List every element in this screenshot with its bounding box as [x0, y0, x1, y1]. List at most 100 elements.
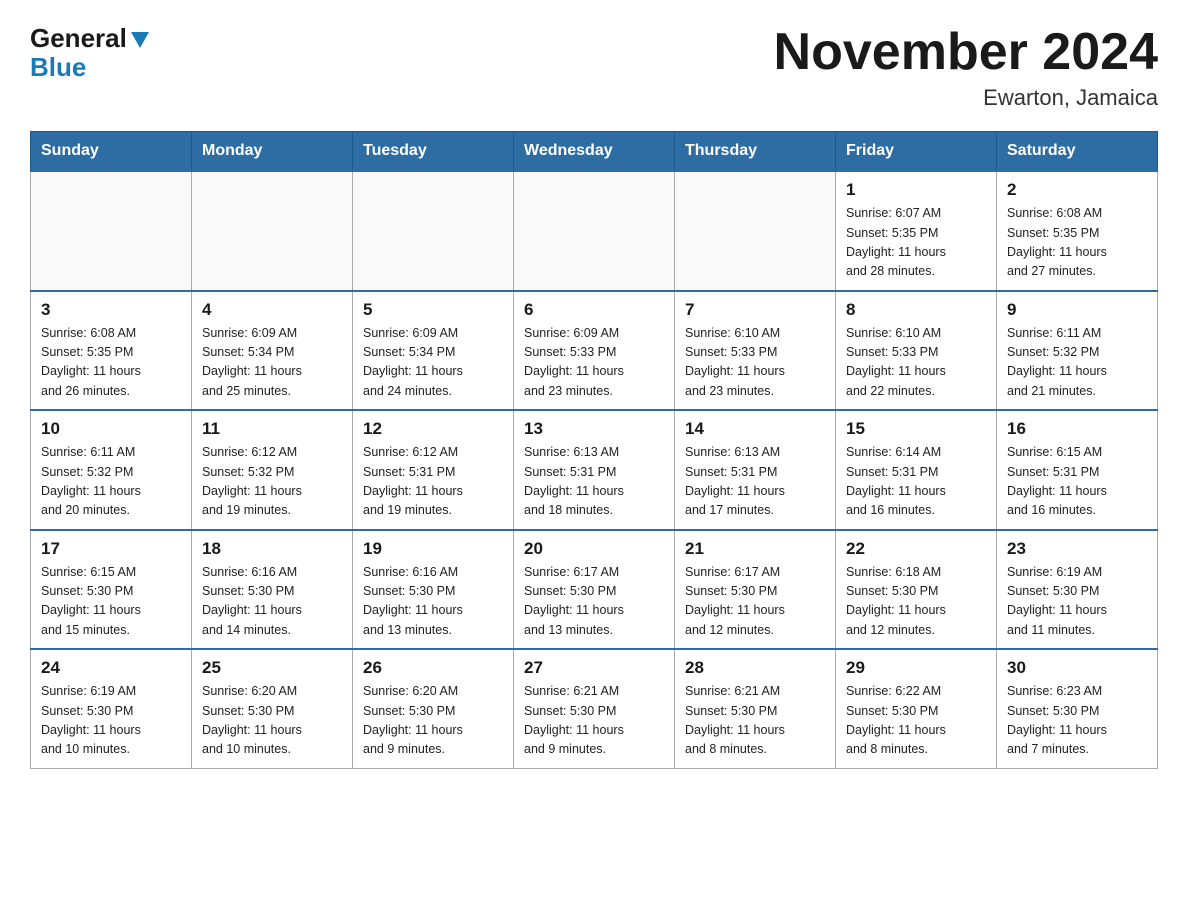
calendar-day-cell: 3 Sunrise: 6:08 AM Sunset: 5:35 PM Daylig… [31, 291, 192, 411]
day-info: Sunrise: 6:15 AM Sunset: 5:31 PM Dayligh… [1007, 443, 1147, 521]
logo-blue-text: Blue [30, 53, 86, 82]
page-title: November 2024 [774, 24, 1158, 81]
day-info: Sunrise: 6:21 AM Sunset: 5:30 PM Dayligh… [685, 682, 825, 760]
day-info: Sunrise: 6:08 AM Sunset: 5:35 PM Dayligh… [1007, 204, 1147, 282]
calendar-day-cell: 20 Sunrise: 6:17 AM Sunset: 5:30 PM Dayli… [514, 530, 675, 650]
calendar-day-header: Sunday [31, 132, 192, 172]
calendar-day-cell: 29Sunrise: 6:22 AM Sunset: 5:30 PM Dayli… [836, 649, 997, 768]
calendar-day-cell: 7 Sunrise: 6:10 AM Sunset: 5:33 PM Daylig… [675, 291, 836, 411]
calendar-day-cell: 25 Sunrise: 6:20 AM Sunset: 5:30 PM Dayli… [192, 649, 353, 768]
calendar-day-cell: 9 Sunrise: 6:11 AM Sunset: 5:32 PM Daylig… [997, 291, 1158, 411]
calendar-day-cell: 16 Sunrise: 6:15 AM Sunset: 5:31 PM Dayli… [997, 410, 1158, 530]
day-number: 24 [41, 658, 181, 678]
calendar-day-cell: 1 Sunrise: 6:07 AM Sunset: 5:35 PM Daylig… [836, 171, 997, 291]
calendar-week-row: 24 Sunrise: 6:19 AM Sunset: 5:30 PM Dayli… [31, 649, 1158, 768]
calendar-header-row: SundayMondayTuesdayWednesdayThursdayFrid… [31, 132, 1158, 172]
day-number: 17 [41, 539, 181, 559]
calendar-day-cell: 21Sunrise: 6:17 AM Sunset: 5:30 PM Dayli… [675, 530, 836, 650]
calendar-day-cell: 14Sunrise: 6:13 AM Sunset: 5:31 PM Dayli… [675, 410, 836, 530]
calendar-day-cell: 6 Sunrise: 6:09 AM Sunset: 5:33 PM Daylig… [514, 291, 675, 411]
calendar-day-cell: 30 Sunrise: 6:23 AM Sunset: 5:30 PM Dayli… [997, 649, 1158, 768]
calendar-day-header: Tuesday [353, 132, 514, 172]
day-number: 6 [524, 300, 664, 320]
calendar-day-cell: 2 Sunrise: 6:08 AM Sunset: 5:35 PM Daylig… [997, 171, 1158, 291]
day-number: 30 [1007, 658, 1147, 678]
calendar-week-row: 17 Sunrise: 6:15 AM Sunset: 5:30 PM Dayli… [31, 530, 1158, 650]
day-info: Sunrise: 6:12 AM Sunset: 5:31 PM Dayligh… [363, 443, 503, 521]
calendar-week-row: 10Sunrise: 6:11 AM Sunset: 5:32 PM Dayli… [31, 410, 1158, 530]
day-number: 5 [363, 300, 503, 320]
day-number: 9 [1007, 300, 1147, 320]
page-subtitle: Ewarton, Jamaica [774, 85, 1158, 111]
day-number: 26 [363, 658, 503, 678]
day-info: Sunrise: 6:15 AM Sunset: 5:30 PM Dayligh… [41, 563, 181, 641]
logo-general-text: General [30, 24, 127, 53]
day-number: 10 [41, 419, 181, 439]
day-info: Sunrise: 6:09 AM Sunset: 5:33 PM Dayligh… [524, 324, 664, 402]
day-number: 15 [846, 419, 986, 439]
day-info: Sunrise: 6:16 AM Sunset: 5:30 PM Dayligh… [363, 563, 503, 641]
calendar-day-cell: 24 Sunrise: 6:19 AM Sunset: 5:30 PM Dayli… [31, 649, 192, 768]
day-info: Sunrise: 6:12 AM Sunset: 5:32 PM Dayligh… [202, 443, 342, 521]
day-info: Sunrise: 6:17 AM Sunset: 5:30 PM Dayligh… [524, 563, 664, 641]
calendar-day-cell: 18 Sunrise: 6:16 AM Sunset: 5:30 PM Dayli… [192, 530, 353, 650]
day-number: 27 [524, 658, 664, 678]
day-number: 2 [1007, 180, 1147, 200]
day-number: 14 [685, 419, 825, 439]
day-info: Sunrise: 6:23 AM Sunset: 5:30 PM Dayligh… [1007, 682, 1147, 760]
calendar-day-header: Monday [192, 132, 353, 172]
day-number: 1 [846, 180, 986, 200]
day-info: Sunrise: 6:22 AM Sunset: 5:30 PM Dayligh… [846, 682, 986, 760]
calendar-day-cell [31, 171, 192, 291]
day-number: 18 [202, 539, 342, 559]
day-info: Sunrise: 6:08 AM Sunset: 5:35 PM Dayligh… [41, 324, 181, 402]
calendar-day-cell: 19 Sunrise: 6:16 AM Sunset: 5:30 PM Dayli… [353, 530, 514, 650]
calendar-day-cell [514, 171, 675, 291]
day-number: 13 [524, 419, 664, 439]
calendar-day-cell [192, 171, 353, 291]
day-info: Sunrise: 6:09 AM Sunset: 5:34 PM Dayligh… [202, 324, 342, 402]
day-number: 28 [685, 658, 825, 678]
day-info: Sunrise: 6:20 AM Sunset: 5:30 PM Dayligh… [363, 682, 503, 760]
day-number: 11 [202, 419, 342, 439]
day-info: Sunrise: 6:18 AM Sunset: 5:30 PM Dayligh… [846, 563, 986, 641]
logo: General Blue [30, 24, 151, 81]
calendar-day-cell: 22Sunrise: 6:18 AM Sunset: 5:30 PM Dayli… [836, 530, 997, 650]
day-info: Sunrise: 6:14 AM Sunset: 5:31 PM Dayligh… [846, 443, 986, 521]
day-number: 4 [202, 300, 342, 320]
day-info: Sunrise: 6:09 AM Sunset: 5:34 PM Dayligh… [363, 324, 503, 402]
day-number: 21 [685, 539, 825, 559]
calendar-day-cell: 28 Sunrise: 6:21 AM Sunset: 5:30 PM Dayli… [675, 649, 836, 768]
day-number: 8 [846, 300, 986, 320]
day-number: 20 [524, 539, 664, 559]
calendar-day-cell: 26 Sunrise: 6:20 AM Sunset: 5:30 PM Dayli… [353, 649, 514, 768]
calendar-day-header: Wednesday [514, 132, 675, 172]
day-info: Sunrise: 6:10 AM Sunset: 5:33 PM Dayligh… [685, 324, 825, 402]
calendar-week-row: 3 Sunrise: 6:08 AM Sunset: 5:35 PM Daylig… [31, 291, 1158, 411]
calendar-day-cell: 27Sunrise: 6:21 AM Sunset: 5:30 PM Dayli… [514, 649, 675, 768]
day-number: 7 [685, 300, 825, 320]
calendar-day-cell: 5 Sunrise: 6:09 AM Sunset: 5:34 PM Daylig… [353, 291, 514, 411]
day-number: 25 [202, 658, 342, 678]
calendar-day-header: Friday [836, 132, 997, 172]
calendar-day-cell: 12 Sunrise: 6:12 AM Sunset: 5:31 PM Dayli… [353, 410, 514, 530]
day-number: 12 [363, 419, 503, 439]
day-info: Sunrise: 6:19 AM Sunset: 5:30 PM Dayligh… [1007, 563, 1147, 641]
calendar-day-cell: 10Sunrise: 6:11 AM Sunset: 5:32 PM Dayli… [31, 410, 192, 530]
day-info: Sunrise: 6:19 AM Sunset: 5:30 PM Dayligh… [41, 682, 181, 760]
calendar-day-cell: 15 Sunrise: 6:14 AM Sunset: 5:31 PM Dayli… [836, 410, 997, 530]
day-number: 16 [1007, 419, 1147, 439]
calendar-day-cell [353, 171, 514, 291]
day-info: Sunrise: 6:11 AM Sunset: 5:32 PM Dayligh… [1007, 324, 1147, 402]
calendar-day-cell: 17 Sunrise: 6:15 AM Sunset: 5:30 PM Dayli… [31, 530, 192, 650]
day-number: 23 [1007, 539, 1147, 559]
calendar-day-cell: 11 Sunrise: 6:12 AM Sunset: 5:32 PM Dayli… [192, 410, 353, 530]
day-number: 19 [363, 539, 503, 559]
calendar-week-row: 1 Sunrise: 6:07 AM Sunset: 5:35 PM Daylig… [31, 171, 1158, 291]
day-info: Sunrise: 6:10 AM Sunset: 5:33 PM Dayligh… [846, 324, 986, 402]
day-info: Sunrise: 6:16 AM Sunset: 5:30 PM Dayligh… [202, 563, 342, 641]
day-info: Sunrise: 6:20 AM Sunset: 5:30 PM Dayligh… [202, 682, 342, 760]
day-number: 3 [41, 300, 181, 320]
day-info: Sunrise: 6:07 AM Sunset: 5:35 PM Dayligh… [846, 204, 986, 282]
calendar-day-cell: 8 Sunrise: 6:10 AM Sunset: 5:33 PM Daylig… [836, 291, 997, 411]
